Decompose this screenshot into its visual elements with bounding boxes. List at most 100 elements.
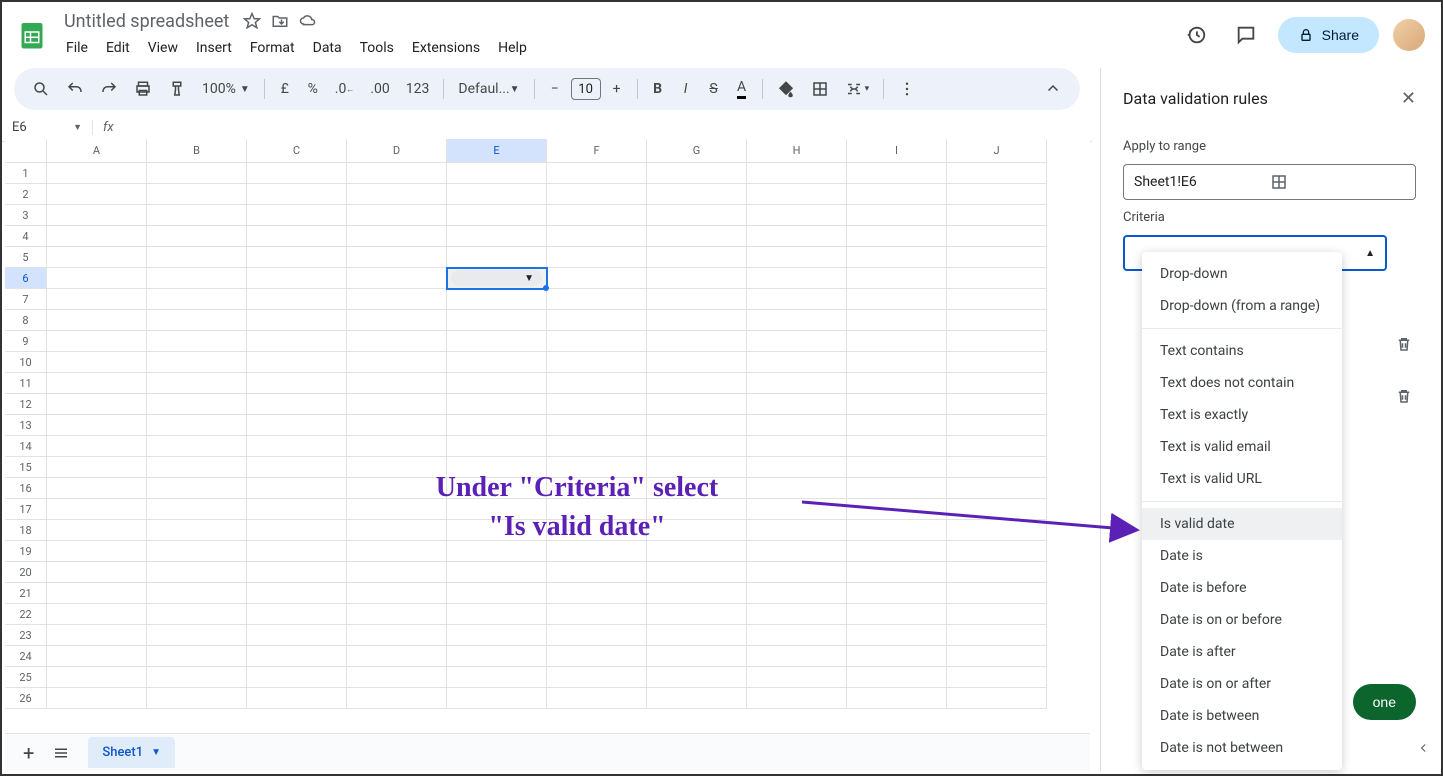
cell[interactable]	[847, 436, 947, 457]
cell[interactable]	[747, 331, 847, 352]
cell[interactable]	[547, 205, 647, 226]
redo-icon[interactable]	[94, 75, 124, 103]
row-header[interactable]: 23	[5, 625, 47, 646]
cell[interactable]	[447, 646, 547, 667]
cell[interactable]	[547, 541, 647, 562]
cell[interactable]	[147, 373, 247, 394]
cell[interactable]	[447, 457, 547, 478]
cell[interactable]	[247, 436, 347, 457]
cell[interactable]	[247, 289, 347, 310]
row-header[interactable]: 5	[5, 247, 47, 268]
cell[interactable]	[347, 436, 447, 457]
menu-file[interactable]: File	[58, 36, 96, 60]
dropdown-chip[interactable]: ▼	[451, 270, 542, 286]
grid-select-icon[interactable]	[1270, 173, 1406, 191]
cell[interactable]	[47, 625, 147, 646]
cell[interactable]	[847, 352, 947, 373]
cell[interactable]	[247, 604, 347, 625]
cell[interactable]	[347, 163, 447, 184]
row-header[interactable]: 13	[5, 415, 47, 436]
cell[interactable]	[847, 310, 947, 331]
cell[interactable]	[547, 373, 647, 394]
cell[interactable]	[547, 289, 647, 310]
cell[interactable]	[647, 184, 747, 205]
row-header[interactable]: 21	[5, 583, 47, 604]
cell[interactable]	[747, 688, 847, 709]
cell[interactable]	[647, 268, 747, 289]
cell[interactable]	[847, 625, 947, 646]
column-header[interactable]: J	[947, 139, 1047, 163]
cell[interactable]	[247, 268, 347, 289]
cell[interactable]	[947, 625, 1047, 646]
cell[interactable]	[547, 520, 647, 541]
side-panel-toggle-icon[interactable]	[1410, 734, 1438, 762]
cell[interactable]	[847, 184, 947, 205]
cell[interactable]	[147, 625, 247, 646]
cell[interactable]	[747, 394, 847, 415]
cell[interactable]	[147, 646, 247, 667]
strikethrough-button[interactable]: S	[702, 75, 726, 103]
cell[interactable]	[747, 268, 847, 289]
add-sheet-icon[interactable]: +	[23, 741, 34, 765]
cell[interactable]	[447, 289, 547, 310]
currency-button[interactable]: £	[273, 75, 297, 103]
cell[interactable]	[947, 352, 1047, 373]
cell[interactable]	[47, 331, 147, 352]
cell[interactable]	[647, 289, 747, 310]
text-color-button[interactable]: A	[730, 75, 754, 103]
criteria-option[interactable]: Date is on or before	[1142, 604, 1342, 636]
row-header[interactable]: 18	[5, 520, 47, 541]
cell[interactable]	[247, 562, 347, 583]
cell[interactable]	[247, 205, 347, 226]
criteria-option[interactable]: Date is on or after	[1142, 668, 1342, 700]
row-header[interactable]: 12	[5, 394, 47, 415]
cell[interactable]	[647, 667, 747, 688]
cell[interactable]	[647, 226, 747, 247]
cell[interactable]	[647, 373, 747, 394]
comment-icon[interactable]	[1228, 17, 1264, 53]
cell[interactable]	[147, 352, 247, 373]
cell[interactable]	[147, 436, 247, 457]
column-header[interactable]: E	[447, 139, 547, 163]
cell[interactable]	[747, 373, 847, 394]
cell[interactable]	[447, 520, 547, 541]
print-icon[interactable]	[128, 75, 158, 103]
cell[interactable]	[347, 352, 447, 373]
cell[interactable]	[847, 205, 947, 226]
cell[interactable]	[447, 625, 547, 646]
cell[interactable]	[447, 226, 547, 247]
cell[interactable]	[447, 478, 547, 499]
column-header[interactable]: I	[847, 139, 947, 163]
cell[interactable]	[847, 688, 947, 709]
cell[interactable]	[747, 247, 847, 268]
delete-rule-icon-2[interactable]	[1392, 384, 1416, 408]
cell[interactable]	[147, 478, 247, 499]
cell[interactable]	[347, 247, 447, 268]
criteria-option[interactable]: Text is valid URL	[1142, 463, 1342, 495]
cell[interactable]	[847, 289, 947, 310]
cell[interactable]	[147, 667, 247, 688]
cell[interactable]	[747, 163, 847, 184]
search-icon[interactable]	[26, 75, 56, 103]
cell[interactable]	[347, 604, 447, 625]
cell[interactable]	[347, 289, 447, 310]
cell[interactable]	[47, 226, 147, 247]
cell[interactable]	[447, 247, 547, 268]
cell[interactable]	[547, 625, 647, 646]
cell[interactable]	[747, 583, 847, 604]
criteria-option[interactable]: Date is before	[1142, 572, 1342, 604]
criteria-option[interactable]: Date is after	[1142, 636, 1342, 668]
cell[interactable]	[947, 247, 1047, 268]
cell[interactable]	[147, 205, 247, 226]
cell[interactable]	[247, 331, 347, 352]
cell[interactable]	[147, 184, 247, 205]
criteria-option[interactable]: Is valid date	[1142, 508, 1342, 540]
row-header[interactable]: 22	[5, 604, 47, 625]
cell[interactable]	[947, 289, 1047, 310]
column-header[interactable]: A	[47, 139, 147, 163]
row-header[interactable]: 2	[5, 184, 47, 205]
cell[interactable]	[247, 583, 347, 604]
cell[interactable]	[247, 646, 347, 667]
cell[interactable]	[747, 646, 847, 667]
cell[interactable]	[47, 604, 147, 625]
